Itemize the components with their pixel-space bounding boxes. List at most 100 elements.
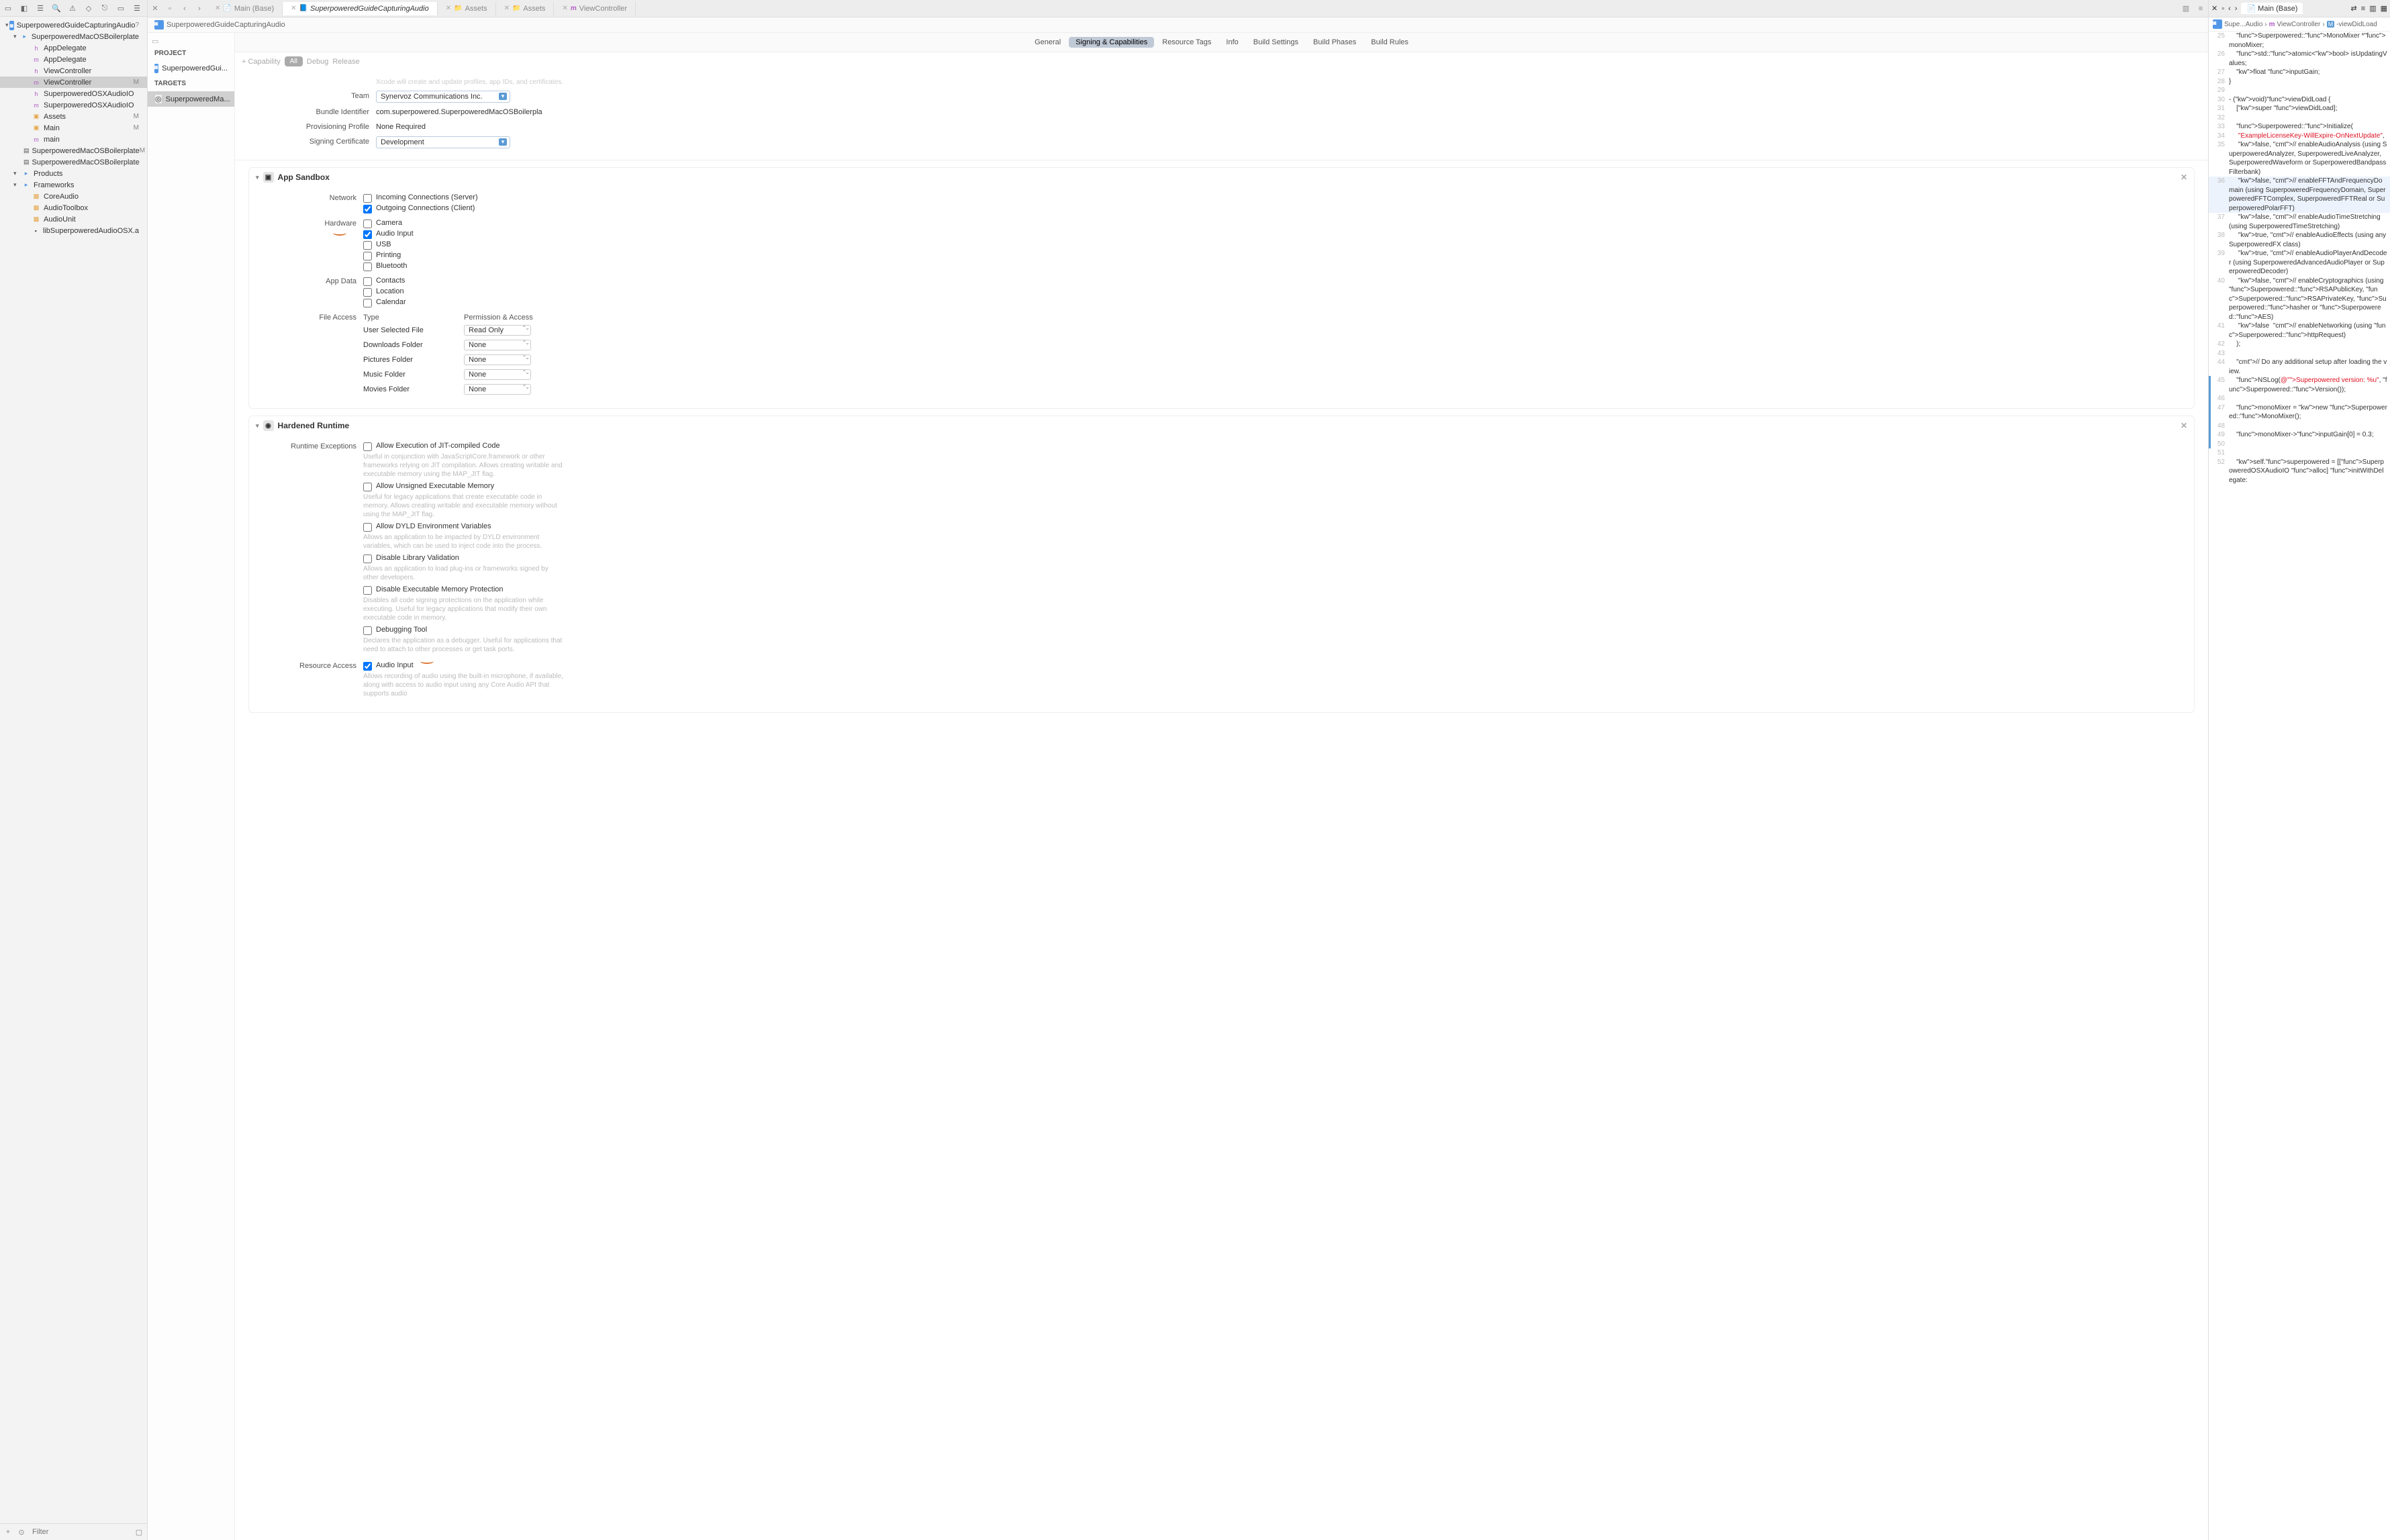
outgoing-checkbox[interactable] <box>363 205 372 213</box>
permission-select[interactable]: None <box>464 384 531 395</box>
code-line[interactable]: 50 <box>2209 440 2390 449</box>
permission-select[interactable]: None <box>464 369 531 380</box>
code-line[interactable]: 31 ["kw">super "func">viewDidLoad]; <box>2209 104 2390 113</box>
filter-release-button[interactable]: Release <box>332 58 359 66</box>
assistant-back-icon[interactable]: ‹ <box>2228 5 2231 13</box>
printing-checkbox[interactable] <box>363 252 372 260</box>
location-checkbox[interactable] <box>363 288 372 297</box>
filter-debug-button[interactable]: Debug <box>307 58 328 66</box>
disclosure-icon[interactable]: ▾ <box>13 181 21 189</box>
nav-symbol-icon[interactable]: ☰ <box>35 3 46 13</box>
code-line[interactable]: 48 <box>2209 422 2390 431</box>
tree-item[interactable]: hSuperpoweredOSXAudioIO <box>0 88 147 99</box>
adjust-icon[interactable]: ≡ <box>2193 1 2208 16</box>
bluetooth-checkbox[interactable] <box>363 262 372 271</box>
code-line[interactable]: 37 "kw">false, "cmt">// enableAudioTimeS… <box>2209 213 2390 231</box>
tree-item[interactable]: ▤SuperpoweredMacOSBoilerplateM <box>0 145 147 156</box>
code-line[interactable]: 36 "kw">false, "cmt">// enableFFTAndFreq… <box>2209 177 2390 213</box>
usb-checkbox[interactable] <box>363 241 372 250</box>
tree-item[interactable]: ▪libSuperpoweredAudioOSX.a <box>0 225 147 236</box>
back-icon[interactable]: ‹ <box>177 1 192 16</box>
code-line[interactable]: 39 "kw">true, "cmt">// enableAudioPlayer… <box>2209 249 2390 277</box>
code-line[interactable]: 25 "func">Superpowered::"func">MonoMixer… <box>2209 32 2390 50</box>
sandbox-header[interactable]: ▾ ▣ App Sandbox ✕ <box>249 168 2194 187</box>
hardened-header[interactable]: ▾ ◉ Hardened Runtime ✕ <box>249 416 2194 435</box>
nav-report-icon[interactable]: ☰ <box>132 3 142 13</box>
permission-select[interactable]: Read Only <box>464 325 531 336</box>
calendar-checkbox[interactable] <box>363 299 372 307</box>
tree-item[interactable]: mAppDelegate <box>0 54 147 65</box>
tree-item[interactable]: ▾▸Frameworks <box>0 179 147 191</box>
debug-checkbox[interactable] <box>363 626 372 635</box>
code-line[interactable]: 45 "func">NSLog(@"">Superpowered version… <box>2209 376 2390 394</box>
close-tab-icon[interactable]: ✕ <box>504 5 510 12</box>
tree-item[interactable]: ▩CoreAudio <box>0 191 147 202</box>
forward-icon[interactable]: › <box>192 1 207 16</box>
close-assistant-icon[interactable]: ✕ <box>2211 4 2217 13</box>
settings-tab[interactable]: General <box>1028 37 1067 48</box>
nav-project-icon[interactable]: ▭ <box>3 3 13 13</box>
close-tab-icon[interactable]: ✕ <box>291 5 296 12</box>
settings-tab[interactable]: Resource Tags <box>1155 37 1218 48</box>
code-line[interactable]: 32 <box>2209 113 2390 123</box>
permission-select[interactable]: None <box>464 340 531 350</box>
related-icon[interactable]: ▫ <box>162 1 177 16</box>
code-line[interactable]: 29 <box>2209 86 2390 95</box>
permission-select[interactable]: None <box>464 354 531 365</box>
code-line[interactable]: 49 "func">monoMixer->"func">inputGain[0]… <box>2209 430 2390 440</box>
editor-tab[interactable]: ✕📁Assets <box>438 2 496 15</box>
bundle-value[interactable]: com.superpowered.SuperpoweredMacOSBoiler… <box>376 107 2168 117</box>
settings-tab[interactable]: Build Settings <box>1247 37 1305 48</box>
settings-tab[interactable]: Signing & Capabilities <box>1069 37 1154 48</box>
ra-audio-input-checkbox[interactable] <box>363 662 372 671</box>
camera-checkbox[interactable] <box>363 220 372 228</box>
nav-breakpoint-icon[interactable]: ▭ <box>115 3 126 13</box>
audio-input-checkbox[interactable] <box>363 230 372 239</box>
assistant-tab[interactable]: 📄 Main (Base) <box>2241 3 2303 14</box>
filter-all-button[interactable]: All <box>285 56 303 66</box>
editor-tab[interactable]: ✕📁Assets <box>496 2 555 15</box>
code-editor[interactable]: 25 "func">Superpowered::"func">MonoMixer… <box>2209 32 2390 1540</box>
contacts-checkbox[interactable] <box>363 277 372 286</box>
breadcrumb[interactable]: ◙ SuperpoweredGuideCapturingAudio <box>148 17 2208 33</box>
settings-tab[interactable]: Info <box>1219 37 1245 48</box>
settings-tab[interactable]: Build Rules <box>1364 37 1415 48</box>
tree-item[interactable]: ▤SuperpoweredMacOSBoilerplate <box>0 156 147 168</box>
tree-item[interactable]: ▾▸Products <box>0 168 147 179</box>
filter-input[interactable] <box>30 1527 131 1537</box>
tree-item[interactable]: hViewController <box>0 65 147 77</box>
code-line[interactable]: 34 "ExampleLicenseKey-WillExpire-OnNextU… <box>2209 132 2390 141</box>
disclosure-icon[interactable]: ▾ <box>256 174 259 181</box>
code-line[interactable]: 33 "func">Superpowered::"func">Initializ… <box>2209 122 2390 132</box>
code-line[interactable]: 28} <box>2209 77 2390 87</box>
unsigned-checkbox[interactable] <box>363 483 372 491</box>
outline-toggle-icon[interactable]: ▭ <box>152 38 158 46</box>
team-select[interactable]: Synervoz Communications Inc. <box>376 91 510 103</box>
tree-item[interactable]: mmain <box>0 134 147 145</box>
jit-checkbox[interactable] <box>363 442 372 451</box>
code-line[interactable]: 30- ("kw">void)"func">viewDidLoad { <box>2209 95 2390 105</box>
disclosure-icon[interactable]: ▾ <box>13 33 21 40</box>
tree-item[interactable]: ▣AssetsM <box>0 111 147 122</box>
project-item[interactable]: ◙ SuperpoweredGui... <box>148 61 234 76</box>
assistant-add-icon[interactable]: ▥ <box>2369 4 2376 13</box>
nav-find-icon[interactable]: 🔍 <box>51 3 62 13</box>
assistant-layout-icon[interactable]: ≡ <box>2361 5 2365 13</box>
assistant-split-icon[interactable]: ▦ <box>2381 4 2387 13</box>
tree-item[interactable]: ▩AudioUnit <box>0 213 147 225</box>
code-line[interactable]: 46 <box>2209 394 2390 403</box>
code-line[interactable]: 38 "kw">true, "cmt">// enableAudioEffect… <box>2209 231 2390 249</box>
incoming-checkbox[interactable] <box>363 194 372 203</box>
assistant-forward-icon[interactable]: › <box>2235 5 2238 13</box>
filter-icon[interactable]: ⊙ <box>16 1528 27 1537</box>
code-line[interactable]: 27 "kw">float "func">inputGain; <box>2209 68 2390 77</box>
code-line[interactable]: 35 "kw">false, "cmt">// enableAudioAnaly… <box>2209 140 2390 177</box>
cert-select[interactable]: Development <box>376 136 510 148</box>
code-line[interactable]: 52 "kw">self."func">superpowered = [["fu… <box>2209 458 2390 485</box>
code-line[interactable]: 42 ); <box>2209 340 2390 349</box>
code-line[interactable]: 43 <box>2209 349 2390 358</box>
close-editor-icon[interactable]: ✕ <box>148 1 162 16</box>
tree-item[interactable]: ▣MainM <box>0 122 147 134</box>
tree-item[interactable]: mViewControllerM <box>0 77 147 88</box>
assistant-related-icon[interactable]: ▫ <box>2221 5 2224 13</box>
